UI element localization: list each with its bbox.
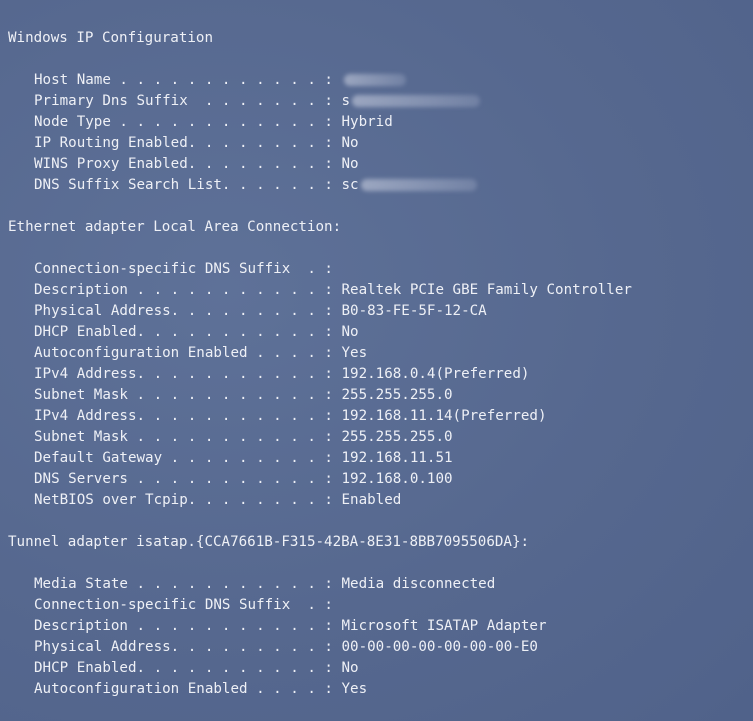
entry-dns-servers: DNS Servers . . . . . . . . . . . : 192.… [34, 469, 453, 490]
entry-ipv4-address: IPv4 Address. . . . . . . . . . . : 192.… [34, 406, 547, 427]
entry-value: 192.168.11.51 [341, 450, 453, 466]
entry-value: 255.255.255.0 [341, 429, 453, 445]
entry-ip-routing-enabled: IP Routing Enabled. . . . . . . . : No [34, 133, 359, 154]
entry-value: No [341, 135, 359, 151]
entry-value: Enabled [341, 492, 402, 508]
entry-ipv4-address: IPv4 Address. . . . . . . . . . . : 192.… [34, 364, 529, 385]
entry-label: DHCP Enabled. . . . . . . . . . . : [34, 324, 342, 340]
entry-autoconfiguration-enabled: Autoconfiguration Enabled . . . . : Yes [34, 343, 367, 364]
entry-value: 192.168.11.14(Preferred) [341, 408, 547, 424]
entry-value: No [341, 660, 359, 676]
entry-dhcp-enabled: DHCP Enabled. . . . . . . . . . . : No [34, 322, 359, 343]
entry-wins-proxy-enabled: WINS Proxy Enabled. . . . . . . . : No [34, 154, 359, 175]
entry-label: Physical Address. . . . . . . . . : [34, 639, 342, 655]
redaction-blur [343, 74, 406, 86]
entry-netbios-over-tcpip: NetBIOS over Tcpip. . . . . . . . : Enab… [34, 490, 401, 511]
entry-label: Subnet Mask . . . . . . . . . . . : [34, 429, 342, 445]
entry-value: Realtek PCIe GBE Family Controller [341, 282, 632, 298]
entry-label: Node Type . . . . . . . . . . . . : [34, 114, 342, 130]
entry-label: Media State . . . . . . . . . . . : [34, 576, 342, 592]
entry-value: B0-83-FE-5F-12-CA [341, 303, 487, 319]
entry-dns-suffix-search-list: DNS Suffix Search List. . . . . . : sc [34, 175, 477, 196]
entry-label: Autoconfiguration Enabled . . . . : [34, 345, 342, 361]
entry-value: Hybrid [341, 114, 393, 130]
entry-value: s [341, 93, 351, 109]
entry-default-gateway: Default Gateway . . . . . . . . . : 192.… [34, 448, 453, 469]
entry-label: Host Name . . . . . . . . . . . . : [34, 72, 342, 88]
entry-description: Description . . . . . . . . . . . : Micr… [34, 616, 547, 637]
section-header-windows-ip-configuration: Windows IP Configuration [8, 30, 213, 46]
entry-autoconfiguration-enabled: Autoconfiguration Enabled . . . . : Yes [34, 679, 367, 700]
console-output: Windows IP Configuration Host Name . . .… [0, 0, 753, 721]
entry-label: Default Gateway . . . . . . . . . : [34, 450, 342, 466]
entry-value: sc [341, 177, 359, 193]
entry-value: 00-00-00-00-00-00-00-E0 [341, 639, 538, 655]
entry-label: DNS Suffix Search List. . . . . . : [34, 177, 342, 193]
entry-host-name: Host Name . . . . . . . . . . . . : [34, 70, 406, 91]
entry-primary-dns-suffix: Primary Dns Suffix . . . . . . . : s [34, 91, 481, 112]
section-header-ethernet-adapter: Ethernet adapter Local Area Connection: [8, 219, 342, 235]
entry-value: Yes [341, 345, 368, 361]
entry-media-state: Media State . . . . . . . . . . . : Medi… [34, 574, 495, 595]
entry-value: 255.255.255.0 [341, 387, 453, 403]
entry-value: Media disconnected [341, 576, 496, 592]
section-header-tunnel-adapter: Tunnel adapter isatap.{CCA7661B-F315-42B… [8, 534, 530, 550]
entry-label: DHCP Enabled. . . . . . . . . . . : [34, 660, 342, 676]
entry-value: 192.168.0.100 [341, 471, 453, 487]
entry-physical-address: Physical Address. . . . . . . . . : 00-0… [34, 637, 538, 658]
entry-value: No [341, 156, 359, 172]
entry-label: Connection-specific DNS Suffix . : [34, 261, 342, 277]
entry-dhcp-enabled: DHCP Enabled. . . . . . . . . . . : No [34, 658, 359, 679]
entry-connection-specific-dns-suffix: Connection-specific DNS Suffix . : [34, 595, 342, 616]
entry-label: IP Routing Enabled. . . . . . . . : [34, 135, 342, 151]
entry-subnet-mask: Subnet Mask . . . . . . . . . . . : 255.… [34, 385, 453, 406]
entry-value: No [341, 324, 359, 340]
entry-physical-address: Physical Address. . . . . . . . . : B0-8… [34, 301, 487, 322]
entry-label: IPv4 Address. . . . . . . . . . . : [34, 366, 342, 382]
entry-value: Yes [341, 681, 368, 697]
entry-label: NetBIOS over Tcpip. . . . . . . . : [34, 492, 342, 508]
entry-label: Connection-specific DNS Suffix . : [34, 597, 342, 613]
entry-label: WINS Proxy Enabled. . . . . . . . : [34, 156, 342, 172]
redaction-blur [352, 95, 481, 107]
entry-label: Description . . . . . . . . . . . : [34, 618, 342, 634]
entry-label: IPv4 Address. . . . . . . . . . . : [34, 408, 342, 424]
entry-label: Autoconfiguration Enabled . . . . : [34, 681, 342, 697]
entry-subnet-mask: Subnet Mask . . . . . . . . . . . : 255.… [34, 427, 453, 448]
entry-label: Physical Address. . . . . . . . . : [34, 303, 342, 319]
entry-value: 192.168.0.4(Preferred) [341, 366, 530, 382]
entry-node-type: Node Type . . . . . . . . . . . . : Hybr… [34, 112, 393, 133]
entry-value: Microsoft ISATAP Adapter [341, 618, 547, 634]
entry-label: DNS Servers . . . . . . . . . . . : [34, 471, 342, 487]
redaction-blur [360, 179, 477, 191]
entry-label: Primary Dns Suffix . . . . . . . : [34, 93, 342, 109]
entry-connection-specific-dns-suffix: Connection-specific DNS Suffix . : [34, 259, 342, 280]
entry-label: Subnet Mask . . . . . . . . . . . : [34, 387, 342, 403]
entry-label: Description . . . . . . . . . . . : [34, 282, 342, 298]
entry-description: Description . . . . . . . . . . . : Real… [34, 280, 632, 301]
